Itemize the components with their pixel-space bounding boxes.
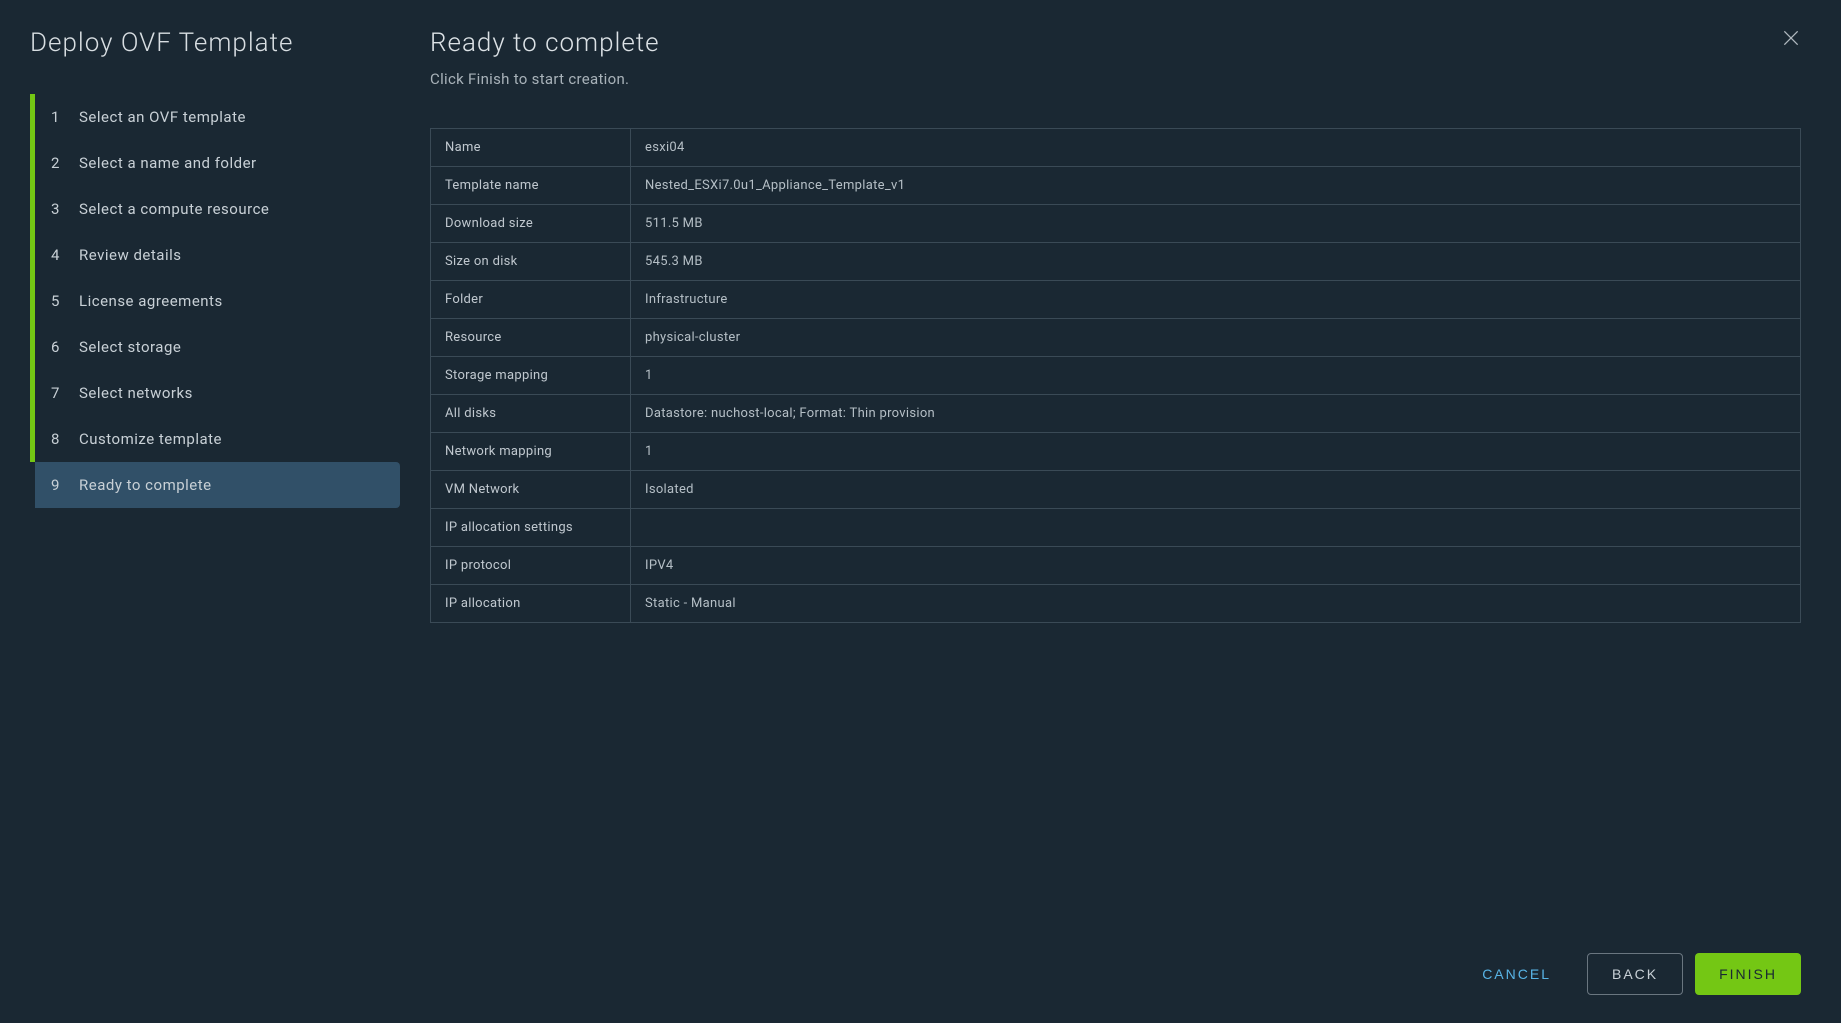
summary-label-all-disks: All disks — [431, 395, 631, 433]
table-row: IP allocation settings — [431, 509, 1801, 547]
step-number: 6 — [51, 338, 69, 356]
step-select-name-folder[interactable]: 2 Select a name and folder — [30, 140, 400, 186]
summary-value-ip-allocation: Static - Manual — [631, 585, 1801, 623]
table-row: Resource physical-cluster — [431, 319, 1801, 357]
table-row: Download size 511.5 MB — [431, 205, 1801, 243]
summary-label-ip-protocol: IP protocol — [431, 547, 631, 585]
step-number: 7 — [51, 384, 69, 402]
header-text: Ready to complete Click Finish to start … — [430, 28, 1781, 88]
step-number: 9 — [51, 476, 69, 494]
summary-label-vm-network: VM Network — [431, 471, 631, 509]
cancel-button[interactable]: CANCEL — [1458, 953, 1575, 995]
summary-value-ip-allocation-settings — [631, 509, 1801, 547]
step-label: License agreements — [79, 292, 223, 310]
close-button[interactable] — [1781, 28, 1801, 53]
step-number: 1 — [51, 108, 69, 126]
wizard-sidebar: Deploy OVF Template 1 Select an OVF temp… — [0, 0, 400, 1023]
wizard-container: Deploy OVF Template 1 Select an OVF temp… — [0, 0, 1841, 1023]
step-label: Select a name and folder — [79, 154, 257, 172]
content-header: Ready to complete Click Finish to start … — [430, 28, 1801, 88]
table-row: Folder Infrastructure — [431, 281, 1801, 319]
step-number: 3 — [51, 200, 69, 218]
content-subtitle: Click Finish to start creation. — [430, 70, 1781, 88]
summary-value-ip-protocol: IPV4 — [631, 547, 1801, 585]
step-number: 4 — [51, 246, 69, 264]
summary-label-storage-mapping: Storage mapping — [431, 357, 631, 395]
step-label: Select networks — [79, 384, 193, 402]
table-row: Size on disk 545.3 MB — [431, 243, 1801, 281]
table-row: VM Network Isolated — [431, 471, 1801, 509]
table-row: IP allocation Static - Manual — [431, 585, 1801, 623]
finish-button[interactable]: FINISH — [1695, 953, 1801, 995]
back-button[interactable]: BACK — [1587, 953, 1683, 995]
step-select-compute-resource[interactable]: 3 Select a compute resource — [30, 186, 400, 232]
summary-label-resource: Resource — [431, 319, 631, 357]
summary-label-network-mapping: Network mapping — [431, 433, 631, 471]
summary-label-name: Name — [431, 129, 631, 167]
table-row: Network mapping 1 — [431, 433, 1801, 471]
table-row: All disks Datastore: nuchost-local; Form… — [431, 395, 1801, 433]
summary-label-folder: Folder — [431, 281, 631, 319]
step-label: Ready to complete — [79, 476, 212, 494]
step-customize-template[interactable]: 8 Customize template — [30, 416, 400, 462]
table-row: Template name Nested_ESXi7.0u1_Appliance… — [431, 167, 1801, 205]
step-label: Review details — [79, 246, 181, 264]
summary-value-network-mapping: 1 — [631, 433, 1801, 471]
summary-value-all-disks: Datastore: nuchost-local; Format: Thin p… — [631, 395, 1801, 433]
step-license-agreements[interactable]: 5 License agreements — [30, 278, 400, 324]
table-row: IP protocol IPV4 — [431, 547, 1801, 585]
step-number: 5 — [51, 292, 69, 310]
step-select-networks[interactable]: 7 Select networks — [30, 370, 400, 416]
summary-value-name: esxi04 — [631, 129, 1801, 167]
step-label: Customize template — [79, 430, 222, 448]
step-select-storage[interactable]: 6 Select storage — [30, 324, 400, 370]
button-bar: CANCEL BACK FINISH — [430, 923, 1801, 995]
close-icon — [1781, 28, 1801, 48]
step-number: 8 — [51, 430, 69, 448]
summary-label-download-size: Download size — [431, 205, 631, 243]
table-row: Name esxi04 — [431, 129, 1801, 167]
content-title: Ready to complete — [430, 28, 1781, 58]
summary-table: Name esxi04 Template name Nested_ESXi7.0… — [430, 128, 1801, 623]
table-row: Storage mapping 1 — [431, 357, 1801, 395]
step-number: 2 — [51, 154, 69, 172]
wizard-main-content: Ready to complete Click Finish to start … — [400, 0, 1841, 1023]
summary-label-size-on-disk: Size on disk — [431, 243, 631, 281]
summary-value-resource: physical-cluster — [631, 319, 1801, 357]
summary-value-template-name: Nested_ESXi7.0u1_Appliance_Template_v1 — [631, 167, 1801, 205]
step-label: Select storage — [79, 338, 181, 356]
step-ready-to-complete[interactable]: 9 Ready to complete — [30, 462, 400, 508]
step-select-ovf-template[interactable]: 1 Select an OVF template — [30, 94, 400, 140]
wizard-steps-list: 1 Select an OVF template 2 Select a name… — [30, 94, 400, 508]
summary-value-vm-network: Isolated — [631, 471, 1801, 509]
step-label: Select a compute resource — [79, 200, 269, 218]
summary-value-download-size: 511.5 MB — [631, 205, 1801, 243]
summary-label-template-name: Template name — [431, 167, 631, 205]
summary-value-storage-mapping: 1 — [631, 357, 1801, 395]
summary-value-folder: Infrastructure — [631, 281, 1801, 319]
summary-label-ip-allocation: IP allocation — [431, 585, 631, 623]
step-review-details[interactable]: 4 Review details — [30, 232, 400, 278]
summary-value-size-on-disk: 545.3 MB — [631, 243, 1801, 281]
summary-label-ip-allocation-settings: IP allocation settings — [431, 509, 631, 547]
wizard-title: Deploy OVF Template — [30, 28, 400, 58]
step-label: Select an OVF template — [79, 108, 246, 126]
